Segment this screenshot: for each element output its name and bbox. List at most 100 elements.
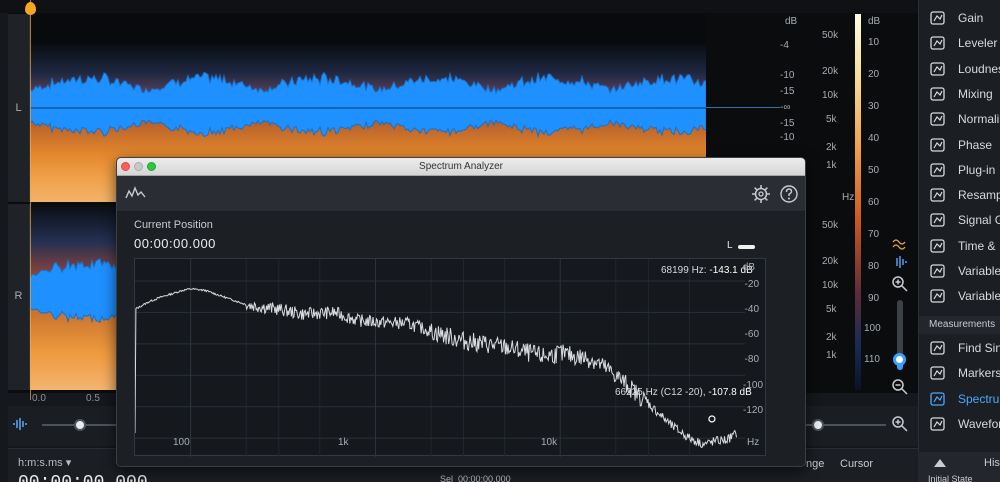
x-tick: 100 bbox=[173, 437, 190, 448]
hz-scale-top: 50k 20k 10k 5k 2k 1k Hz bbox=[818, 14, 854, 203]
y-tick: -100 bbox=[742, 380, 763, 391]
range-column-header: nge bbox=[806, 458, 825, 470]
selection-label: Sel bbox=[440, 474, 454, 482]
y-tick: -20 bbox=[744, 279, 759, 290]
chevron-down-icon: ▾ bbox=[65, 457, 72, 469]
channel-label-left: L bbox=[15, 102, 22, 114]
cursor-column-header: Cursor bbox=[840, 458, 874, 470]
channel-tab-right[interactable]: R bbox=[8, 204, 30, 390]
left-center-line bbox=[706, 107, 780, 108]
measurement-item-0[interactable]: Find Sin bbox=[919, 336, 1000, 361]
hz-scale-tick: 5k bbox=[826, 114, 837, 125]
module-item-7[interactable]: Resamp bbox=[919, 183, 1000, 208]
module-label: Resamp bbox=[958, 188, 1000, 203]
module-label: Gain bbox=[958, 11, 984, 25]
settings-gear-icon[interactable] bbox=[751, 184, 771, 204]
spectrum-icon bbox=[928, 390, 948, 408]
module-item-8[interactable]: Signal G bbox=[919, 208, 1000, 233]
colorbar-tick: 110 bbox=[864, 354, 880, 365]
y-tick: -80 bbox=[744, 354, 759, 365]
hz-scale-tick: 5k bbox=[826, 304, 837, 315]
plot-grid bbox=[135, 259, 745, 457]
x-tick: 10k bbox=[541, 437, 558, 448]
module-item-1[interactable]: Leveler bbox=[919, 31, 1000, 56]
colorbar-tick: 10 bbox=[868, 37, 880, 48]
time-format-select[interactable]: h:m:s.ms ▾ bbox=[18, 456, 71, 469]
x-tick: 1k bbox=[338, 437, 349, 448]
hz-scale-bottom: 50k 20k 10k 5k 2k 1k bbox=[818, 204, 852, 384]
module-item-9[interactable]: Time & I bbox=[919, 234, 1000, 259]
history-label: His bbox=[984, 457, 1000, 469]
db-scale-tick: -15 bbox=[780, 86, 795, 97]
history-panel-header[interactable]: His Initial State bbox=[918, 452, 1000, 482]
colorbar-tick: 60 bbox=[868, 197, 880, 208]
history-initial-state[interactable]: Initial State bbox=[928, 474, 973, 482]
waveform-mode-icon[interactable] bbox=[892, 256, 910, 268]
module-label: Phase bbox=[958, 137, 993, 152]
module-label: Normali bbox=[958, 112, 1000, 127]
module-label: Mixing bbox=[958, 86, 993, 101]
db-scale-tick: -10 bbox=[780, 132, 795, 143]
markers-icon bbox=[928, 364, 948, 382]
playhead-line bbox=[30, 0, 31, 400]
colorbar-tick: 100 bbox=[864, 323, 881, 334]
y-tick: -40 bbox=[744, 304, 759, 315]
spectrogram-mode-icon[interactable] bbox=[892, 238, 910, 250]
measurement-item-1[interactable]: Markers bbox=[919, 361, 1000, 386]
left-empty-area bbox=[706, 14, 780, 160]
db-scale-tick: -∞ bbox=[780, 102, 791, 113]
analyzer-titlebar[interactable]: Spectrum Analyzer bbox=[117, 158, 805, 176]
selection-readout: Sel 00:00:00.000 bbox=[440, 474, 511, 482]
help-icon[interactable] bbox=[779, 184, 799, 204]
playhead-handle[interactable] bbox=[25, 2, 36, 15]
module-label: Spectrum bbox=[958, 391, 1000, 406]
window-title: Spectrum Analyzer bbox=[419, 161, 503, 172]
horizontal-zoom-knob[interactable] bbox=[74, 419, 86, 431]
hz-scale-tick: 10k bbox=[822, 280, 839, 291]
cursor-marker bbox=[708, 415, 716, 423]
module-item-0[interactable]: Gain bbox=[919, 6, 1000, 31]
hz-scale-tick: 20k bbox=[822, 256, 839, 267]
spectrum-analyzer-window[interactable]: Spectrum Analyzer Current Position 00:00… bbox=[116, 157, 806, 467]
vertical-zoom-out-icon[interactable] bbox=[891, 378, 909, 396]
collapse-arrow-icon[interactable] bbox=[934, 459, 946, 467]
analyzer-body: Current Position 00:00:00.000 L 68199 Hz… bbox=[117, 212, 805, 466]
module-item-11[interactable]: Variable bbox=[919, 284, 1000, 309]
module-item-6[interactable]: Plug-in bbox=[919, 158, 1000, 183]
hz-scale-unit: Hz bbox=[842, 192, 855, 203]
spectrum-plot[interactable]: 68199 Hz: -143.1 dB 66225 Hz (C12 -20), … bbox=[134, 258, 766, 457]
gain-icon bbox=[928, 9, 948, 27]
module-item-5[interactable]: Phase bbox=[919, 133, 1000, 158]
colorbar-tick: 90 bbox=[868, 293, 880, 304]
module-label: Signal G bbox=[958, 213, 1000, 228]
module-label: Plug-in bbox=[958, 162, 996, 177]
measurement-item-2[interactable]: Spectrum bbox=[919, 387, 1000, 412]
top-strip bbox=[0, 0, 918, 13]
y-tick: -120 bbox=[742, 405, 763, 416]
db-scale-tick: -10 bbox=[780, 70, 795, 81]
vertical-zoom-in-icon[interactable] bbox=[891, 275, 909, 293]
waveform-zoom-icon[interactable] bbox=[12, 416, 32, 432]
spectrum-icon bbox=[125, 186, 146, 199]
module-item-4[interactable]: Normali bbox=[919, 107, 1000, 132]
channel-legend-swatch[interactable] bbox=[738, 245, 755, 249]
module-list-panel: Gain Leveler Loudnes Mixing Normali Phase Plug… bbox=[918, 0, 1000, 482]
cursor-readout-freq: 66225 Hz (C12 -20), bbox=[615, 387, 706, 398]
frequency-zoom-knob[interactable] bbox=[812, 419, 824, 431]
position-time: 00:00:00.000 bbox=[134, 236, 216, 251]
module-item-10[interactable]: Variable bbox=[919, 259, 1000, 284]
module-item-3[interactable]: Mixing bbox=[919, 82, 1000, 107]
module-label: Markers bbox=[958, 366, 1000, 381]
mixing-icon bbox=[928, 85, 948, 103]
resample-icon bbox=[928, 186, 948, 204]
channel-tab-left[interactable]: L bbox=[8, 14, 30, 202]
leveler-icon bbox=[928, 34, 948, 52]
zoom-in-icon[interactable] bbox=[891, 415, 909, 433]
vertical-zoom-knob[interactable] bbox=[893, 353, 906, 366]
module-item-2[interactable]: Loudnes bbox=[919, 57, 1000, 82]
module-label: Wavefor bbox=[958, 416, 1000, 431]
top-readout-freq: 68199 Hz: bbox=[661, 265, 707, 276]
position-label: Current Position bbox=[134, 219, 213, 231]
module-label: Find Sin bbox=[958, 341, 1000, 355]
measurement-item-3[interactable]: Wavefor bbox=[919, 412, 1000, 437]
